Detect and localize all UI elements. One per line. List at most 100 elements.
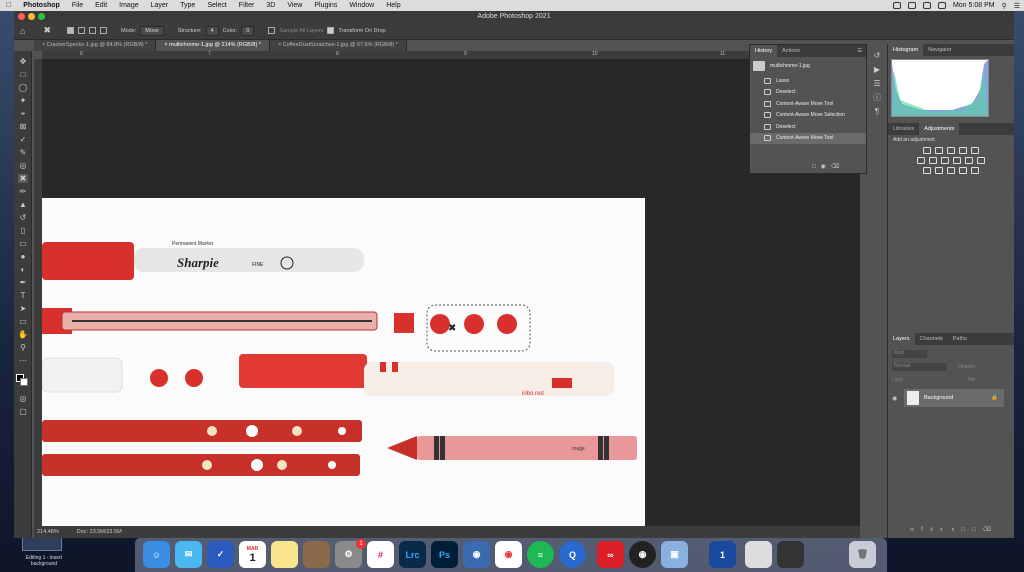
menu-help[interactable]: Help <box>380 2 406 9</box>
doc-tab[interactable]: × CoffeeDustScratches-1.jpg @ 67.6% (RGB… <box>269 40 407 51</box>
home-icon[interactable]: ⌂ <box>20 26 25 36</box>
menu-filter[interactable]: Filter <box>233 2 261 9</box>
wifi-icon[interactable] <box>922 2 931 9</box>
photo-filter-icon[interactable] <box>953 157 961 164</box>
visibility-eye-icon[interactable]: ◉ <box>892 395 897 402</box>
menu-file[interactable]: File <box>66 2 89 9</box>
stamp-tool-icon[interactable]: ▲ <box>18 200 28 209</box>
intersect-selection-icon[interactable] <box>99 27 107 34</box>
tab-actions[interactable]: Actions <box>777 45 805 57</box>
content-aware-move-tool-icon[interactable]: ✖ <box>18 174 28 183</box>
history-footer-buttons[interactable]: □◉⌫ <box>812 163 844 170</box>
menu-type[interactable]: Type <box>174 2 201 9</box>
brush-tool-icon[interactable]: ✏ <box>18 187 28 196</box>
quick-select-icon[interactable]: ✦ <box>18 96 28 105</box>
preview-icon[interactable]: ▣ <box>661 541 688 568</box>
status-icon[interactable] <box>892 2 901 9</box>
spotlight-icon[interactable]: ⚲ <box>1002 2 1007 10</box>
battery-icon[interactable] <box>937 2 946 9</box>
menu-plugins[interactable]: Plugins <box>308 2 343 9</box>
control-center-icon[interactable]: ☰ <box>1014 2 1020 10</box>
menubar-clock[interactable]: Mon 5:08 PM <box>953 2 995 9</box>
tab-libraries[interactable]: Libraries <box>888 123 919 135</box>
creative-cloud-icon[interactable]: ∞ <box>597 541 624 568</box>
threshold-icon[interactable] <box>947 167 955 174</box>
zoom-window-button[interactable] <box>38 13 45 20</box>
zoom-level[interactable]: 214.48% <box>37 529 59 535</box>
history-item[interactable]: Content-Aware Move Selection <box>750 110 866 122</box>
gradient-tool-icon[interactable]: ▭ <box>18 239 28 248</box>
document-canvas[interactable]: Permanent Marker Sharpie FINE ✖ inbo red… <box>42 198 645 526</box>
onepassword-icon[interactable]: 1 <box>709 541 736 568</box>
reminders-icon[interactable]: ✓ <box>207 541 234 568</box>
transform-on-drop-checkbox[interactable] <box>327 27 335 34</box>
exposure-icon[interactable] <box>959 147 967 154</box>
color-select[interactable]: 0 <box>241 25 255 36</box>
eraser-tool-icon[interactable]: ▯ <box>18 226 28 235</box>
doc-size[interactable]: Doc: 23.5M/23.5M <box>77 529 122 535</box>
lasso-tool-icon[interactable]: ◯ <box>18 83 28 92</box>
quick-mask-icon[interactable]: ◎ <box>18 394 28 403</box>
history-brush-icon[interactable]: ↺ <box>18 213 28 222</box>
status-icon[interactable] <box>907 2 916 9</box>
trash-icon[interactable]: 🗑 <box>849 541 876 568</box>
doc-tab[interactable]: × CrackerSpecks-1.jpg @ 84.8% (RGB/8) * <box>34 40 157 51</box>
pen-tool-icon[interactable]: ✒ <box>18 278 28 287</box>
vibrance-icon[interactable] <box>971 147 979 154</box>
move-tool-icon[interactable]: ✥ <box>18 57 28 66</box>
gradient-map-icon[interactable] <box>959 167 967 174</box>
menu-3d[interactable]: 3D <box>260 2 281 9</box>
history-snapshot[interactable]: multichrome-1.jpg <box>750 57 866 75</box>
add-selection-icon[interactable] <box>77 27 85 34</box>
sample-all-checkbox[interactable] <box>268 27 276 34</box>
layer-kind-filter[interactable]: Kind <box>892 350 927 358</box>
curves-icon[interactable] <box>947 147 955 154</box>
levels-icon[interactable] <box>935 147 943 154</box>
path-select-icon[interactable]: ➤ <box>18 304 28 313</box>
chrome-icon[interactable]: ◉ <box>495 541 522 568</box>
calendar-icon[interactable]: MAR 1 <box>239 541 266 568</box>
photoshop-icon[interactable]: Ps <box>431 541 458 568</box>
dodge-tool-icon[interactable]: ◐ <box>18 265 28 274</box>
color-balance-icon[interactable] <box>929 157 937 164</box>
background-color-swatch[interactable] <box>20 378 28 386</box>
history-item[interactable]: Deselect <box>750 121 866 133</box>
messages-icon[interactable]: ✉ <box>175 541 202 568</box>
tab-adjustments[interactable]: Adjustments <box>919 123 960 135</box>
new-selection-icon[interactable] <box>66 27 74 34</box>
quicktime-icon[interactable]: Q <box>559 541 586 568</box>
blend-mode-select[interactable]: Normal <box>892 363 947 371</box>
menu-view[interactable]: View <box>281 2 308 9</box>
healing-brush-icon[interactable]: ✎ <box>18 148 28 157</box>
patch-tool-icon[interactable]: ◎ <box>18 161 28 170</box>
mixer-icon[interactable] <box>965 157 973 164</box>
bw-icon[interactable] <box>941 157 949 164</box>
layers-footer-buttons[interactable]: ∞fx◐◑□□⌫ <box>910 526 998 533</box>
tab-histogram[interactable]: Histogram <box>888 44 924 56</box>
canvas-workspace[interactable]: Permanent Marker Sharpie FINE ✖ inbo red… <box>42 59 860 526</box>
lock-icon[interactable]: 🔒 <box>991 395 998 401</box>
history-item[interactable]: Deselect <box>750 87 866 99</box>
lightroom-icon[interactable]: Lrc <box>399 541 426 568</box>
actions-mini-icon[interactable]: ▶ <box>869 63 885 77</box>
history-item-selected[interactable]: Content-Aware Move Tool <box>750 132 866 144</box>
blur-tool-icon[interactable]: ● <box>18 252 28 261</box>
selective-color-icon[interactable] <box>971 167 979 174</box>
history-mini-icon[interactable]: ↺ <box>869 49 885 63</box>
screen-icon[interactable] <box>777 541 804 568</box>
menu-edit[interactable]: Edit <box>89 2 113 9</box>
brightness-icon[interactable] <box>923 147 931 154</box>
screen-mode-icon[interactable]: ▢ <box>18 407 28 416</box>
slack-icon[interactable]: # <box>367 541 394 568</box>
type-tool-icon[interactable]: T <box>18 291 28 300</box>
shape-tool-icon[interactable]: ▭ <box>18 317 28 326</box>
panel-menu-icon[interactable]: ☰ <box>857 48 866 54</box>
menu-layer[interactable]: Layer <box>145 2 175 9</box>
finder-icon[interactable]: ☺ <box>143 541 170 568</box>
posterize-icon[interactable] <box>935 167 943 174</box>
close-window-button[interactable] <box>18 13 25 20</box>
minimize-window-button[interactable] <box>28 13 35 20</box>
lookup-icon[interactable] <box>977 157 985 164</box>
obs-icon[interactable]: ◉ <box>629 541 656 568</box>
crop-tool-icon[interactable]: ⌖ <box>18 109 28 118</box>
